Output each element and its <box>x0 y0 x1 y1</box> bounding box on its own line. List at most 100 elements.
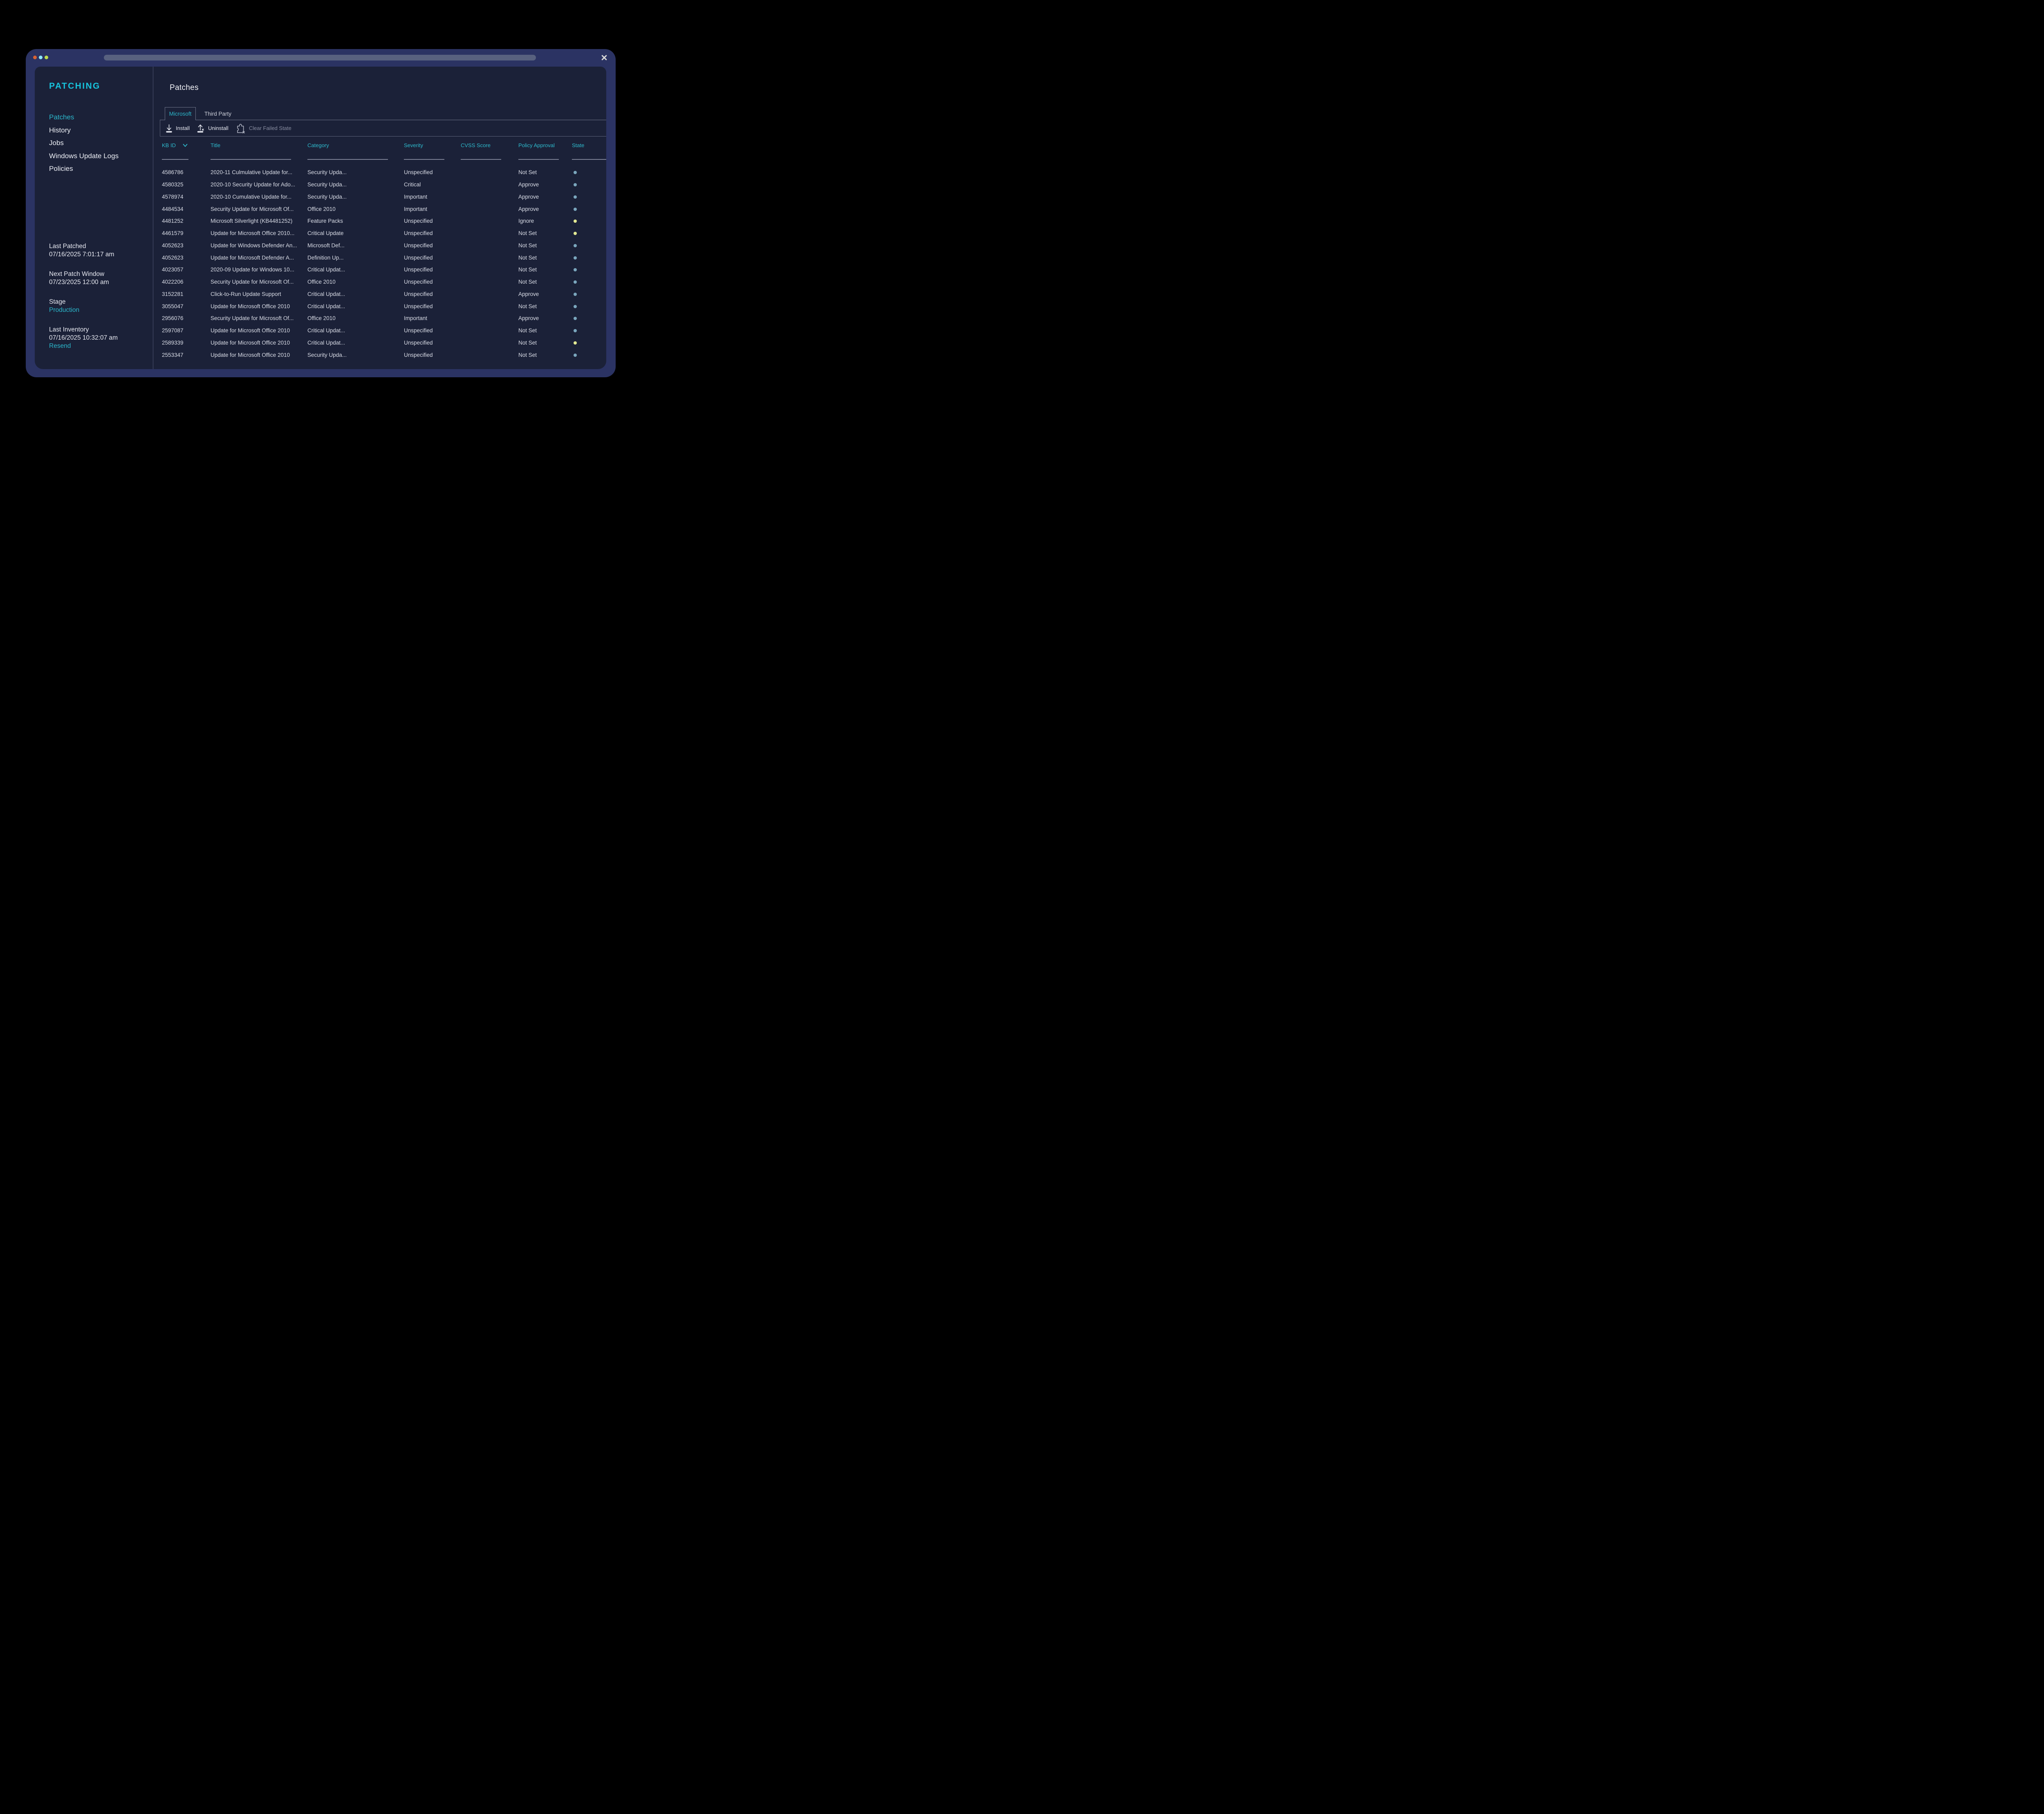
cell-severity: Unspecified <box>404 279 461 285</box>
install-button[interactable]: Install <box>166 124 190 133</box>
tab-third-party[interactable]: Third Party <box>196 107 240 120</box>
table-row[interactable]: 3152281 Click-to-Run Update Support Crit… <box>160 288 606 300</box>
cell-policy-approval: Not Set <box>518 352 572 358</box>
cell-category: Security Upda... <box>307 169 404 175</box>
table-row[interactable]: 2597087 Update for Microsoft Office 2010… <box>160 325 606 337</box>
chevron-down-icon <box>183 144 188 147</box>
cell-policy-approval: Not Set <box>518 340 572 346</box>
column-header-title[interactable]: Title <box>211 137 307 160</box>
uninstall-button[interactable]: Uninstall <box>197 124 229 133</box>
cell-category: Office 2010 <box>307 206 404 212</box>
cell-title: Update for Microsoft Office 2010 <box>211 340 307 346</box>
table-row[interactable]: 2589339 Update for Microsoft Office 2010… <box>160 337 606 349</box>
cell-severity: Important <box>404 194 461 200</box>
cell-severity: Critical <box>404 181 461 188</box>
column-header-state[interactable]: State <box>572 137 606 160</box>
cell-title: 2020-10 Cumulative Update for... <box>211 194 307 200</box>
sidebar-item-windows-update-logs[interactable]: Windows Update Logs <box>49 150 119 163</box>
cell-title: 2020-10 Security Update for Ado... <box>211 181 307 188</box>
cell-title: Update for Microsoft Defender A... <box>211 255 307 261</box>
table-row[interactable]: 4484534 Security Update for Microsoft Of… <box>160 203 606 215</box>
last-patched-group: Last Patched 07/16/2025 7:01:17 am <box>49 242 118 259</box>
sidebar-item-policies[interactable]: Policies <box>49 162 119 175</box>
table-row[interactable]: 4578974 2020-10 Cumulative Update for...… <box>160 191 606 203</box>
table-row[interactable]: 2553347 Update for Microsoft Office 2010… <box>160 349 606 361</box>
table-row[interactable]: 2956076 Security Update for Microsoft Of… <box>160 312 606 325</box>
sidebar-item-history[interactable]: History <box>49 124 119 137</box>
cell-severity: Unspecified <box>404 291 461 297</box>
cell-state <box>572 206 606 212</box>
cell-state <box>572 194 606 200</box>
cell-state <box>572 242 606 249</box>
cell-category: Office 2010 <box>307 315 404 321</box>
cell-state <box>572 303 606 309</box>
last-patched-label: Last Patched <box>49 242 118 251</box>
cell-title: Update for Microsoft Office 2010... <box>211 230 307 236</box>
window-minimize-dot[interactable] <box>39 56 43 59</box>
cell-category: Critical Updat... <box>307 291 404 297</box>
cell-kb-id: 4578974 <box>160 194 211 200</box>
cell-severity: Unspecified <box>404 267 461 273</box>
tab-microsoft[interactable]: Microsoft <box>165 107 196 120</box>
table-row[interactable]: 4023057 2020-09 Update for Windows 10...… <box>160 264 606 276</box>
sidebar-item-patches[interactable]: Patches <box>49 111 119 124</box>
cell-category: Critical Update <box>307 230 404 236</box>
cell-title: 2020-09 Update for Windows 10... <box>211 267 307 273</box>
cell-policy-approval: Not Set <box>518 242 572 249</box>
sidebar-nav: Patches History Jobs Windows Update Logs… <box>49 111 119 175</box>
table-row[interactable]: 4580325 2020-10 Security Update for Ado.… <box>160 179 606 191</box>
table-row[interactable]: 4481252 Microsoft Silverlight (KB4481252… <box>160 215 606 227</box>
window-zoom-dot[interactable] <box>45 56 48 59</box>
column-header-category[interactable]: Category <box>307 137 404 160</box>
cell-policy-approval: Not Set <box>518 230 572 236</box>
cell-category: Microsoft Def... <box>307 242 404 249</box>
cell-severity: Unspecified <box>404 242 461 249</box>
cell-kb-id: 2589339 <box>160 340 211 346</box>
sidebar-item-jobs[interactable]: Jobs <box>49 137 119 150</box>
last-inventory-label: Last Inventory <box>49 326 118 334</box>
column-header-kb-id[interactable]: KB ID <box>160 137 211 160</box>
cell-title: Update for Microsoft Office 2010 <box>211 352 307 358</box>
cell-category: Security Upda... <box>307 181 404 188</box>
app-window: PATCHING Patches History Jobs Windows Up… <box>26 49 616 377</box>
last-inventory-group: Last Inventory 07/16/2025 10:32:07 am Re… <box>49 326 118 350</box>
cell-severity: Unspecified <box>404 352 461 358</box>
table-row[interactable]: 4461579 Update for Microsoft Office 2010… <box>160 227 606 240</box>
app-logo: PATCHING <box>49 81 101 91</box>
column-header-policy-approval[interactable]: Policy Approval <box>518 137 572 160</box>
close-button[interactable] <box>599 52 610 63</box>
state-dot <box>574 293 577 296</box>
cell-state <box>572 255 606 261</box>
table-row[interactable]: 3055047 Update for Microsoft Office 2010… <box>160 300 606 312</box>
column-header-cvss-score[interactable]: CVSS Score <box>461 137 518 160</box>
state-dot <box>574 195 577 199</box>
cell-kb-id: 2597087 <box>160 327 211 334</box>
cell-policy-approval: Approve <box>518 181 572 188</box>
resend-link[interactable]: Resend <box>49 342 118 350</box>
cell-title: Security Update for Microsoft Of... <box>211 315 307 321</box>
state-dot <box>574 208 577 211</box>
column-header-severity[interactable]: Severity <box>404 137 461 160</box>
cell-title: Security Update for Microsoft Of... <box>211 279 307 285</box>
table-row[interactable]: 4022206 Security Update for Microsoft Of… <box>160 276 606 288</box>
cell-state <box>572 340 606 346</box>
cell-severity: Unspecified <box>404 327 461 334</box>
sidebar: PATCHING Patches History Jobs Windows Up… <box>35 67 153 369</box>
cell-severity: Important <box>404 206 461 212</box>
cell-title: 2020-11 Culmulative Update for... <box>211 169 307 175</box>
cell-state <box>572 230 606 236</box>
window-controls <box>33 56 48 59</box>
stage-group: Stage Production <box>49 298 118 314</box>
cell-state <box>572 352 606 358</box>
app-panel: PATCHING Patches History Jobs Windows Up… <box>35 67 606 369</box>
window-close-dot[interactable] <box>33 56 37 59</box>
state-dot <box>574 280 577 284</box>
table-row[interactable]: 4052623 Update for Windows Defender An..… <box>160 240 606 252</box>
clear-failed-state-button[interactable]: Clear Failed State <box>236 123 291 134</box>
table-row[interactable]: 4052623 Update for Microsoft Defender A.… <box>160 251 606 264</box>
cell-policy-approval: Not Set <box>518 327 572 334</box>
page-title: Patches <box>170 83 199 92</box>
toolbar: Install Uninstall <box>160 120 606 137</box>
table-row[interactable]: 4586786 2020-11 Culmulative Update for..… <box>160 166 606 179</box>
tab-bar: Microsoft Third Party <box>160 107 606 120</box>
